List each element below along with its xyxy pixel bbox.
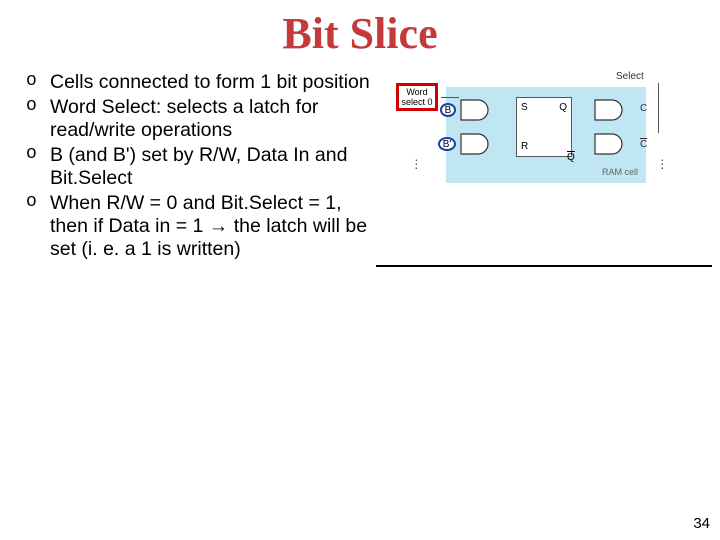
bullet-marker: o	[26, 96, 50, 142]
slide-title: Bit Slice	[0, 0, 720, 59]
page-number: 34	[693, 515, 710, 532]
list-item: o Cells connected to form 1 bit position	[26, 71, 378, 94]
b-node: B	[440, 103, 456, 117]
bullet-marker: o	[26, 192, 50, 261]
and-gate-icon	[460, 133, 492, 155]
list-item: o Word Select: selects a latch for read/…	[26, 96, 378, 142]
wire	[658, 83, 659, 133]
wire	[441, 97, 459, 98]
ram-cell-label: RAM cell	[602, 167, 638, 177]
select-label: Select	[616, 71, 644, 82]
latch-pin-r: R	[521, 141, 528, 152]
bullet-text: When R/W = 0 and Bit.Select = 1, then if…	[50, 192, 378, 261]
ram-cell-diagram: Word select 0 Select RAM cell B B' S R	[380, 71, 702, 231]
and-gate-icon	[594, 133, 626, 155]
bullet-text: Word Select: selects a latch for read/wr…	[50, 96, 378, 142]
output-c: C	[640, 103, 647, 114]
list-item: o B (and B') set by R/W, Data In and Bit…	[26, 144, 378, 190]
masked-region	[376, 265, 712, 472]
ellipsis-icon: ···	[414, 157, 419, 169]
bullet-marker: o	[26, 144, 50, 190]
and-gate-icon	[594, 99, 626, 121]
word-select-box: Word select 0	[396, 83, 438, 111]
ellipsis-icon: ···	[660, 157, 665, 169]
latch-pin-s: S	[521, 102, 528, 113]
sr-latch: S R Q Q	[516, 97, 572, 157]
output-cbar: C	[640, 139, 647, 150]
bullet-text: B (and B') set by R/W, Data In and Bit.S…	[50, 144, 378, 190]
bullet-marker: o	[26, 71, 50, 94]
bbar-node: B'	[438, 137, 456, 151]
list-item: o When R/W = 0 and Bit.Select = 1, then …	[26, 192, 378, 261]
slide-body: o Cells connected to form 1 bit position…	[0, 59, 720, 263]
and-gate-icon	[460, 99, 492, 121]
latch-pin-q: Q	[559, 102, 567, 113]
bullet-text: Cells connected to form 1 bit position	[50, 71, 378, 94]
slide: Bit Slice o Cells connected to form 1 bi…	[0, 0, 720, 540]
bullet-list: o Cells connected to form 1 bit position…	[26, 71, 378, 263]
